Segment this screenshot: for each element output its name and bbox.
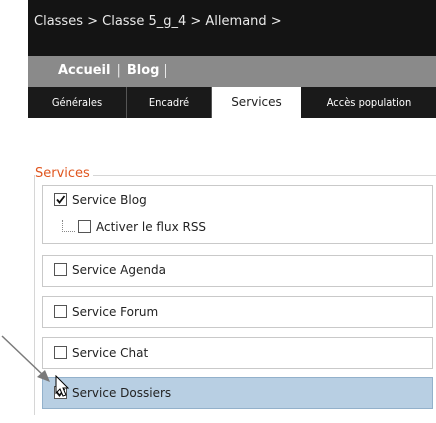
tab-encadre[interactable]: Encadré bbox=[127, 87, 212, 118]
fieldset-border-top bbox=[34, 175, 436, 176]
service-forum-label: Service Forum bbox=[72, 305, 159, 319]
services-legend: Services bbox=[35, 166, 93, 181]
mouse-cursor-icon bbox=[55, 375, 70, 397]
service-agenda-row[interactable]: Service Agenda bbox=[54, 263, 166, 277]
top-header: Classes > Classe 5_g_4 > Allemand > bbox=[28, 0, 436, 56]
tab-generales[interactable]: Générales bbox=[28, 87, 127, 118]
nav-links: Accueil | Blog bbox=[58, 63, 167, 78]
pointer-arrow-icon bbox=[1, 335, 50, 382]
tab-bar: Générales Encadré Services Accès populat… bbox=[28, 87, 436, 118]
tab-services[interactable]: Services bbox=[212, 87, 301, 118]
service-agenda-label: Service Agenda bbox=[72, 263, 166, 277]
nav-link-accueil[interactable]: Accueil bbox=[58, 63, 110, 78]
breadcrumb: Classes > Classe 5_g_4 > Allemand > bbox=[34, 14, 282, 29]
nav-link-blog[interactable]: Blog bbox=[127, 63, 160, 78]
service-dossiers-row[interactable]: Service Dossiers bbox=[54, 386, 171, 400]
service-blog-checkbox[interactable] bbox=[54, 193, 67, 206]
service-blog-label: Service Blog bbox=[72, 193, 147, 207]
tree-connector-icon bbox=[62, 220, 75, 232]
service-blog-row[interactable]: Service Blog bbox=[54, 193, 147, 207]
service-chat-label: Service Chat bbox=[72, 346, 149, 360]
service-forum-checkbox[interactable] bbox=[54, 305, 67, 318]
rss-checkbox[interactable] bbox=[78, 220, 91, 233]
service-dossiers-label: Service Dossiers bbox=[72, 386, 172, 400]
nav-separator: | bbox=[116, 63, 121, 78]
service-forum-row[interactable]: Service Forum bbox=[54, 305, 158, 319]
service-chat-row[interactable]: Service Chat bbox=[54, 346, 148, 360]
nav-trailing-divider bbox=[165, 63, 167, 78]
rss-row[interactable]: Activer le flux RSS bbox=[78, 220, 206, 234]
checkmark-icon bbox=[56, 195, 66, 204]
tab-acces-population[interactable]: Accès population bbox=[302, 87, 436, 118]
service-agenda-checkbox[interactable] bbox=[54, 263, 67, 276]
main-nav: Accueil | Blog bbox=[28, 56, 436, 87]
rss-label: Activer le flux RSS bbox=[96, 220, 207, 234]
